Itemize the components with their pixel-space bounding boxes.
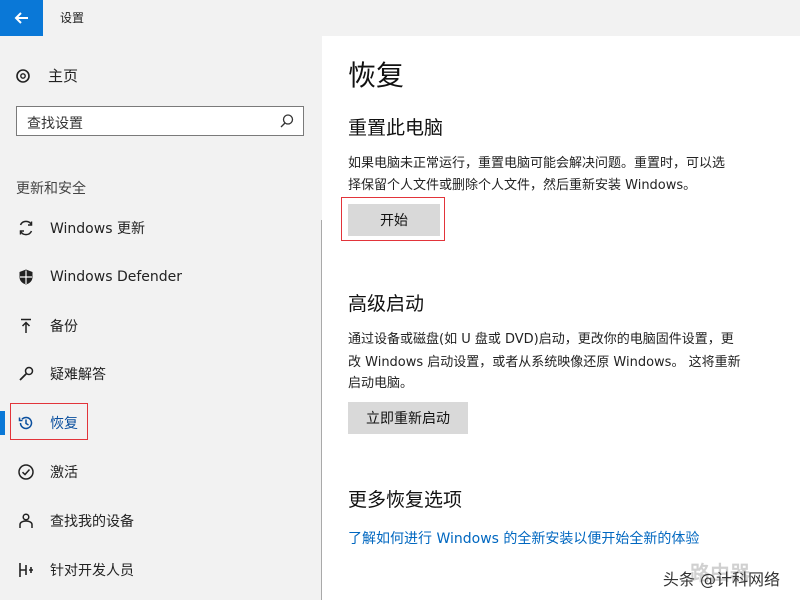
sidebar-item-windows-defender[interactable]: Windows Defender <box>0 257 322 297</box>
home-label: 主页 <box>48 67 79 85</box>
backup-icon <box>16 316 36 336</box>
page-title: 恢复 <box>348 59 405 92</box>
developer-icon <box>16 560 36 580</box>
gear-icon <box>16 68 30 83</box>
sidebar-item-label: 针对开发人员 <box>50 563 134 579</box>
back-button[interactable] <box>0 0 43 36</box>
search-icon <box>280 114 294 128</box>
sidebar-item-label: Windows 更新 <box>50 221 145 237</box>
sidebar-item-troubleshoot[interactable]: 疑难解答 <box>0 354 322 394</box>
reset-description-line-2: 择保留个人文件或删除个人文件，然后重新安装 Windows。 <box>348 178 697 193</box>
sidebar-item-label: 疑难解答 <box>50 367 106 383</box>
window-title: 设置 <box>60 11 85 25</box>
person-locate-icon <box>16 511 36 531</box>
advanced-description-line-2: 改 Windows 启动设置，或者从系统映像还原 Windows。 这将重新 <box>348 355 741 370</box>
sidebar-item-windows-update[interactable]: Windows 更新 <box>0 208 322 248</box>
active-indicator <box>0 411 5 435</box>
wrench-icon <box>16 364 36 384</box>
sidebar-item-label: 恢复 <box>50 416 78 432</box>
sidebar-item-backup[interactable]: 备份 <box>0 306 322 346</box>
watermark: 头条 @计科网络 <box>662 570 780 589</box>
start-reset-button[interactable]: 开始 <box>348 204 440 236</box>
sidebar-item-label: 激活 <box>50 465 78 481</box>
main-content: 恢复 重置此电脑 如果电脑未正常运行，重置电脑可能会解决问题。重置时，可以选 择… <box>322 36 800 600</box>
sidebar-item-activation[interactable]: 激活 <box>0 452 322 492</box>
sidebar-item-recovery[interactable]: 恢复 <box>0 403 322 443</box>
sidebar-home[interactable]: 主页 <box>14 65 78 86</box>
sidebar-item-label: Windows Defender <box>50 269 183 285</box>
reset-heading: 重置此电脑 <box>348 117 444 139</box>
search-placeholder: 查找设置 <box>27 116 83 132</box>
section-title: 更新和安全 <box>16 181 86 197</box>
recovery-icon <box>16 413 36 433</box>
clean-install-link[interactable]: 了解如何进行 Windows 的全新安装以便开始全新的体验 <box>348 528 699 548</box>
more-options-heading: 更多恢复选项 <box>348 489 463 511</box>
advanced-startup-heading: 高级启动 <box>348 293 425 315</box>
advanced-description-line-1: 通过设备或磁盘(如 U 盘或 DVD)启动，更改你的电脑固件设置，更 <box>348 332 734 347</box>
sidebar-item-find-my-device[interactable]: 查找我的设备 <box>0 501 322 541</box>
sidebar-item-label: 查找我的设备 <box>50 514 134 530</box>
advanced-description-line-3: 启动电脑。 <box>348 376 414 391</box>
sidebar-item-label: 备份 <box>50 319 78 335</box>
back-arrow-icon <box>14 12 28 24</box>
sidebar-item-for-developers[interactable]: 针对开发人员 <box>0 550 322 590</box>
sidebar: 主页 查找设置 更新和安全 Windows 更新 Windows Defende… <box>0 36 322 600</box>
restart-now-button[interactable]: 立即重新启动 <box>348 402 468 434</box>
search-input[interactable]: 查找设置 <box>16 106 304 136</box>
title-bar: 设置 <box>0 0 800 36</box>
check-circle-icon <box>16 462 36 482</box>
reset-description-line-1: 如果电脑未正常运行，重置电脑可能会解决问题。重置时，可以选 <box>348 156 726 171</box>
shield-icon <box>16 267 36 287</box>
sync-icon <box>16 218 36 238</box>
